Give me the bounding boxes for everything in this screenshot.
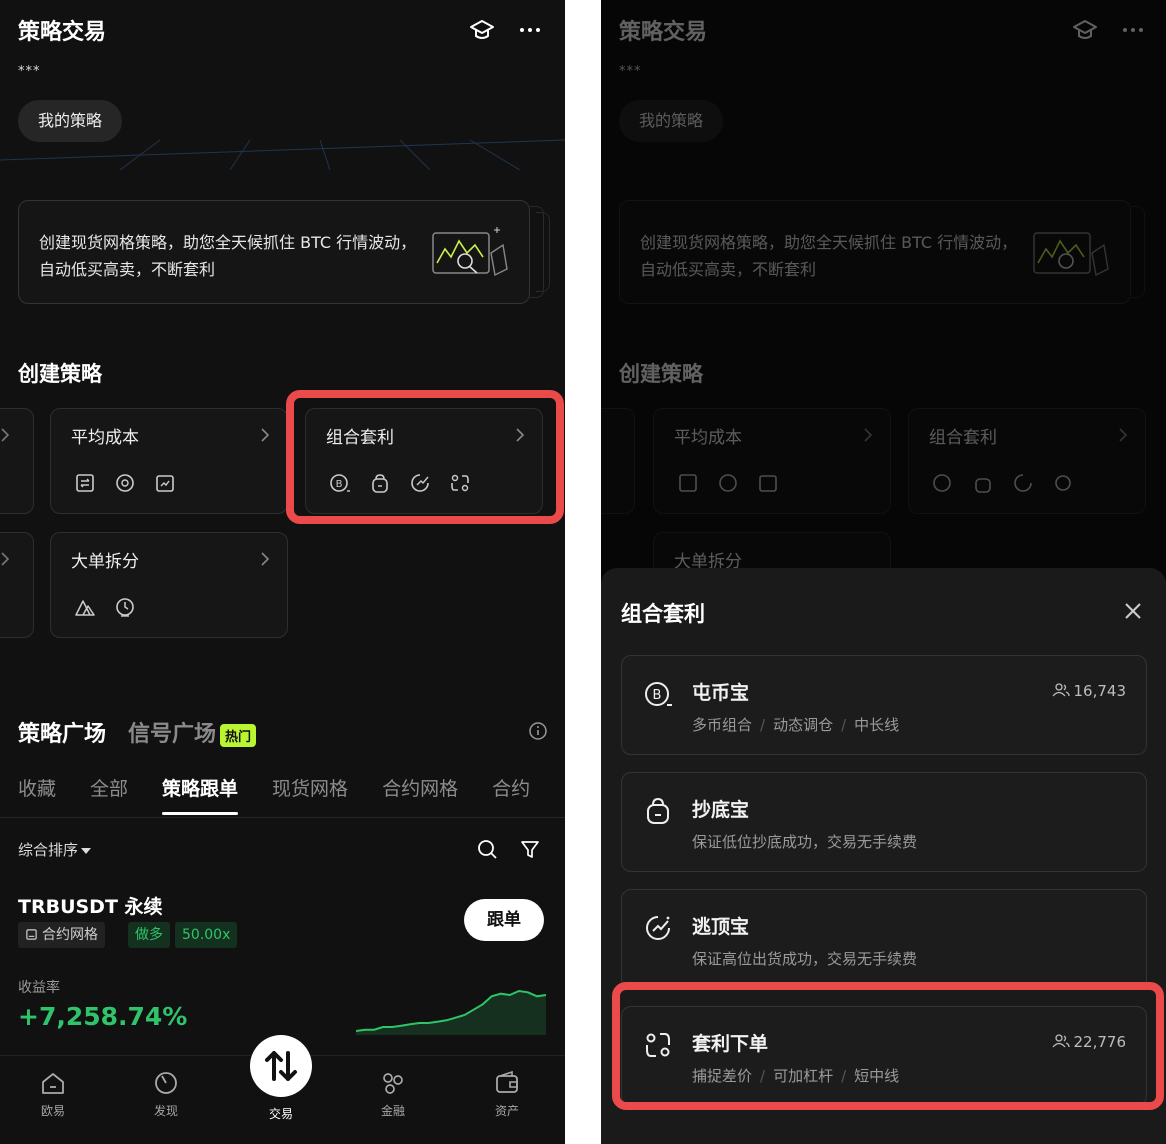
bitcoin-coin-icon: B bbox=[645, 682, 672, 706]
sheet-title: 组合套利 bbox=[621, 602, 705, 626]
filter-icon[interactable] bbox=[519, 838, 541, 860]
option-subtitle: 保证高位出货成功，交易无手续费 bbox=[692, 950, 918, 968]
option-taodingbao[interactable]: 逃顶宝 保证高位出货成功，交易无手续费 bbox=[621, 889, 1147, 989]
doc-icon bbox=[26, 929, 37, 940]
nav-trade[interactable]: 交易 bbox=[236, 1105, 326, 1122]
chevron-right-icon bbox=[1, 428, 10, 442]
rocket-arrow-icon bbox=[646, 916, 670, 940]
banner-text: 创建现货网格策略，助您全天候抓住 BTC 行情波动，自动低买高卖，不断套利 bbox=[39, 233, 417, 279]
nav-discover[interactable]: 发现 bbox=[121, 1068, 211, 1119]
highlight-box-combo-arbitrage bbox=[286, 390, 564, 524]
sort-dropdown[interactable]: 综合排序 bbox=[18, 839, 92, 860]
wallet-icon bbox=[496, 1070, 518, 1093]
close-icon[interactable] bbox=[1122, 600, 1144, 622]
triangle-split-icon bbox=[75, 600, 95, 616]
strategy-subtabs: 收藏 全部 策略跟单 现货网格 合约网格 合约 bbox=[18, 774, 530, 815]
option-subtitle: 多币组合 / 动态调仓 / 中长线 bbox=[692, 716, 900, 734]
tag-long: 做多 bbox=[128, 922, 170, 948]
tag-grid-type: 合约网格 bbox=[18, 922, 105, 948]
subtab-futures-more[interactable]: 合约 bbox=[492, 774, 530, 801]
strategy-card-partial[interactable] bbox=[0, 532, 34, 638]
tag-leverage: 50.00x bbox=[175, 922, 238, 948]
info-icon[interactable] bbox=[527, 720, 549, 742]
subtab-futures-grid[interactable]: 合约网格 bbox=[382, 774, 458, 801]
svg-text:B: B bbox=[653, 688, 662, 703]
calendar-chart-icon bbox=[156, 475, 174, 492]
option-subtitle: 保证低位抄底成功，交易无手续费 bbox=[692, 833, 918, 851]
create-strategy-heading: 创建策略 bbox=[18, 362, 102, 386]
chevron-right-icon bbox=[261, 428, 270, 442]
nav-assets[interactable]: 资产 bbox=[462, 1068, 552, 1119]
nav-label: 欧易 bbox=[40, 1104, 65, 1118]
yield-value: +7,258.74% bbox=[18, 1002, 188, 1031]
option-user-count: 16,743 bbox=[1052, 682, 1126, 700]
home-icon bbox=[42, 1073, 64, 1094]
nav-label: 金融 bbox=[380, 1104, 405, 1118]
cycle-coin-icon bbox=[116, 474, 134, 492]
chevron-right-icon bbox=[1, 552, 10, 566]
nav-label: 发现 bbox=[153, 1104, 178, 1118]
promo-banner[interactable]: 创建现货网格策略，助您全天候抓住 BTC 行情波动，自动低买高卖，不断套利 bbox=[18, 200, 530, 304]
tab-label: 信号广场 bbox=[128, 722, 217, 747]
nav-label: 交易 bbox=[268, 1107, 293, 1121]
subtab-favorites[interactable]: 收藏 bbox=[18, 774, 56, 801]
page-title: 策略交易 bbox=[18, 20, 107, 45]
circles-finance-icon bbox=[383, 1073, 403, 1094]
hot-badge: 热门 bbox=[220, 723, 257, 747]
bag-icon bbox=[647, 797, 669, 824]
option-title: 逃顶宝 bbox=[692, 916, 750, 938]
more-dots-icon[interactable] bbox=[516, 16, 544, 44]
subtab-copy-trading[interactable]: 策略跟单 bbox=[162, 774, 239, 815]
sort-label: 综合排序 bbox=[18, 841, 79, 859]
clock-icon bbox=[116, 598, 134, 617]
option-chaodibao[interactable]: 抄底宝 保证低位抄底成功，交易无手续费 bbox=[621, 772, 1147, 872]
divider bbox=[0, 817, 565, 818]
swap-doc-icon bbox=[76, 474, 94, 492]
follow-button[interactable]: 跟单 bbox=[464, 899, 544, 941]
compass-icon bbox=[155, 1072, 177, 1094]
strategy-trading-screen: 策略交易 *** 我的策略 创建现货网格策略，助您全天候抓住 BTC 行情波动，… bbox=[0, 0, 565, 1144]
masked-username: *** bbox=[18, 64, 41, 79]
nav-label: 资产 bbox=[494, 1104, 519, 1118]
sparkline-area bbox=[356, 991, 546, 1035]
card-title: 大单拆分 bbox=[71, 552, 139, 572]
card-title: 平均成本 bbox=[71, 428, 139, 448]
nav-home[interactable]: 欧易 bbox=[8, 1068, 98, 1119]
search-icon[interactable] bbox=[476, 838, 498, 860]
nav-finance[interactable]: 金融 bbox=[348, 1068, 438, 1119]
strategy-card-partial[interactable] bbox=[0, 408, 34, 514]
subtab-all[interactable]: 全部 bbox=[90, 774, 128, 801]
option-title: 抄底宝 bbox=[692, 799, 750, 821]
tab-strategy-plaza[interactable]: 策略广场 bbox=[18, 716, 106, 748]
users-icon bbox=[1052, 683, 1070, 697]
combo-arbitrage-sheet-screen: 策略交易 *** 我的策略 创建现货网格策略，助您全天候抓住 BTC 行情波动，… bbox=[601, 0, 1166, 1144]
chevron-right-icon bbox=[261, 552, 270, 566]
yield-sparkline bbox=[356, 989, 546, 1035]
my-strategy-button[interactable]: 我的策略 bbox=[18, 100, 123, 142]
option-tunbibao[interactable]: B 屯币宝 多币组合 / 动态调仓 / 中长线 16,743 bbox=[621, 655, 1147, 755]
strategy-card-large-order-split[interactable]: 大单拆分 bbox=[50, 532, 288, 638]
option-title: 屯币宝 bbox=[692, 682, 750, 704]
trade-center-button[interactable] bbox=[250, 1035, 312, 1097]
caret-down-icon bbox=[81, 847, 92, 854]
swap-arrows-icon bbox=[265, 1051, 297, 1081]
plaza-tabs: 策略广场 信号广场 热门 bbox=[18, 716, 257, 748]
banner-stack-shadow bbox=[536, 212, 550, 292]
highlight-box-arbitrage-order bbox=[612, 982, 1164, 1110]
tag-text: 合约网格 bbox=[42, 927, 98, 943]
grid-chart-illustration-icon bbox=[432, 227, 508, 277]
graduation-cap-icon[interactable] bbox=[468, 16, 496, 44]
trading-pair-name: TRBUSDT 永续 bbox=[18, 896, 163, 918]
tab-signal-plaza[interactable]: 信号广场 热门 bbox=[128, 716, 257, 748]
yield-label: 收益率 bbox=[18, 980, 60, 996]
subtab-spot-grid[interactable]: 现货网格 bbox=[272, 774, 348, 801]
strategy-card-average-cost[interactable]: 平均成本 bbox=[50, 408, 288, 514]
